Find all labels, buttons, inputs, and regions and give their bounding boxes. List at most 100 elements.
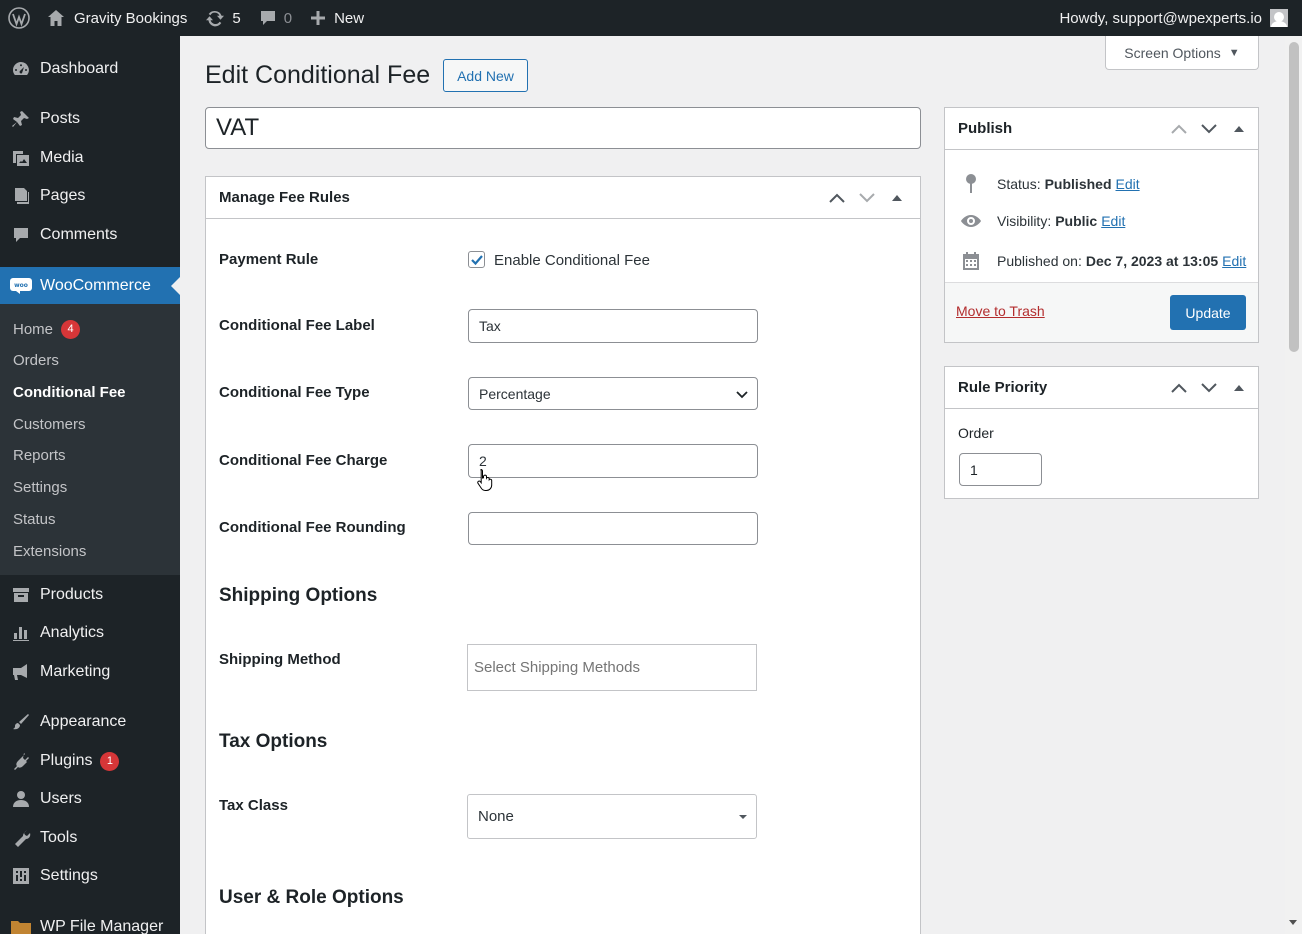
avatar	[1270, 9, 1288, 27]
scroll-down-arrow-icon[interactable]	[1289, 920, 1297, 925]
sidebar-item-woocommerce[interactable]: woo WooCommerce	[0, 267, 180, 305]
fee-type-select[interactable]: Percentage	[468, 377, 758, 410]
submenu-item-settings[interactable]: Settings	[13, 476, 67, 498]
submenu-item-home[interactable]: Home 4	[13, 318, 81, 340]
collapse-toggle-icon[interactable]	[1224, 384, 1254, 392]
pushpin-icon	[0, 109, 40, 129]
sidebar-item-marketing[interactable]: Marketing	[0, 653, 180, 691]
publish-status-row: Status: Published Edit	[957, 174, 1140, 194]
tax-class-label: Tax Class	[219, 797, 288, 814]
shipping-method-select[interactable]: Select Shipping Methods	[467, 644, 757, 691]
move-down-icon[interactable]	[1194, 383, 1224, 393]
submenu-item-customers[interactable]: Customers	[13, 413, 86, 435]
postbox-controls	[822, 177, 912, 219]
postbox-controls	[1164, 108, 1254, 150]
move-to-trash-link[interactable]: Move to Trash	[956, 303, 1045, 319]
pages-icon	[0, 186, 40, 206]
caret-down-icon: ▼	[1228, 46, 1240, 59]
fee-charge-label: Conditional Fee Charge	[219, 452, 388, 469]
fee-label-input[interactable]: Tax	[468, 309, 758, 343]
sidebar-item-users[interactable]: Users	[0, 780, 180, 818]
submenu-item-orders[interactable]: Orders	[13, 349, 59, 371]
comments-link[interactable]: 0	[250, 0, 301, 36]
collapse-toggle-icon[interactable]	[882, 194, 912, 202]
fee-type-label: Conditional Fee Type	[219, 384, 370, 401]
woocommerce-submenu: Home 4 Orders Conditional Fee Customers …	[0, 304, 180, 575]
users-icon	[0, 789, 40, 809]
submenu-item-extensions[interactable]: Extensions	[13, 540, 86, 562]
plugins-update-badge: 1	[100, 751, 120, 771]
wordpress-logo-icon[interactable]	[0, 0, 38, 36]
sidebar-item-tools[interactable]: Tools	[0, 819, 180, 857]
move-down-icon[interactable]	[1194, 124, 1224, 134]
fee-label-label: Conditional Fee Label	[219, 317, 375, 334]
edit-date-link[interactable]: Edit	[1222, 253, 1246, 269]
update-button[interactable]: Update	[1170, 295, 1246, 330]
pin-icon	[957, 174, 985, 194]
sidebar-item-appearance[interactable]: Appearance	[0, 703, 180, 741]
move-up-icon[interactable]	[822, 193, 852, 203]
screen-options-button[interactable]: Screen Options ▼	[1105, 36, 1259, 70]
rule-priority-box: Rule Priority Order 1	[944, 366, 1259, 499]
home-icon	[47, 9, 65, 27]
order-input[interactable]: 1	[959, 453, 1042, 486]
sidebar-item-plugins[interactable]: Plugins 1	[0, 742, 180, 780]
chevron-down-icon	[735, 387, 749, 404]
archive-icon	[0, 585, 40, 605]
comment-icon	[0, 225, 40, 245]
sidebar-item-dashboard[interactable]: Dashboard	[0, 50, 180, 88]
manage-fee-rules-header: Manage Fee Rules	[206, 177, 920, 219]
my-account-link[interactable]: Howdy, support@wpexperts.io	[1050, 0, 1302, 36]
page-scrollbar[interactable]	[1285, 36, 1302, 934]
megaphone-icon	[0, 662, 40, 682]
submenu-item-reports[interactable]: Reports	[13, 444, 66, 466]
updates-link[interactable]: 5	[196, 0, 249, 36]
eye-icon	[957, 214, 985, 228]
tax-class-select[interactable]: None	[467, 794, 757, 839]
home-update-badge: 4	[61, 319, 81, 339]
admin-sidebar: Dashboard Posts Media Pages Comments woo…	[0, 36, 180, 934]
plug-icon	[0, 751, 40, 771]
postbox-controls	[1164, 367, 1254, 409]
page-title: Edit Conditional Fee	[205, 61, 431, 89]
move-up-icon[interactable]	[1164, 383, 1194, 393]
sidebar-item-analytics[interactable]: Analytics	[0, 614, 180, 652]
sidebar-item-comments[interactable]: Comments	[0, 216, 180, 254]
add-new-button[interactable]: Add New	[443, 59, 528, 92]
fee-charge-input[interactable]: 2	[468, 444, 758, 478]
site-name-link[interactable]: Gravity Bookings	[38, 0, 196, 36]
updates-icon	[205, 9, 225, 27]
enable-conditional-fee-label[interactable]: Enable Conditional Fee	[494, 252, 650, 269]
submenu-item-conditional-fee[interactable]: Conditional Fee	[13, 381, 126, 403]
plus-icon	[310, 10, 326, 26]
sidebar-item-media[interactable]: Media	[0, 139, 180, 177]
sidebar-item-pages[interactable]: Pages	[0, 177, 180, 215]
admin-bar: Gravity Bookings 5 0 New Howdy, support@…	[0, 0, 1302, 36]
scrollbar-thumb[interactable]	[1289, 42, 1299, 352]
submenu-item-status[interactable]: Status	[13, 508, 56, 530]
comment-icon	[259, 9, 277, 27]
publish-actions: Move to Trash Update	[945, 282, 1258, 342]
wrench-icon	[0, 828, 40, 848]
manage-fee-rules-box: Manage Fee Rules Payment Rule Enable Con…	[205, 176, 921, 934]
fee-rounding-input[interactable]	[468, 512, 758, 545]
sidebar-item-posts[interactable]: Posts	[0, 100, 180, 138]
move-up-icon[interactable]	[1164, 124, 1194, 134]
edit-visibility-link[interactable]: Edit	[1101, 213, 1125, 229]
sidebar-item-settings[interactable]: Settings	[0, 857, 180, 895]
shipping-method-label: Shipping Method	[219, 651, 341, 668]
collapse-toggle-icon[interactable]	[1224, 125, 1254, 133]
sidebar-item-products[interactable]: Products	[0, 576, 180, 614]
publish-box: Publish Status: Published Edit Visibilit…	[944, 107, 1259, 343]
new-content-link[interactable]: New	[301, 0, 373, 36]
move-down-icon[interactable]	[852, 193, 882, 203]
woo-icon: woo	[0, 278, 40, 294]
folder-icon	[0, 917, 40, 934]
sidebar-item-wp-file-manager[interactable]: WP File Manager	[0, 908, 180, 934]
order-label: Order	[958, 425, 994, 441]
updates-count: 5	[232, 9, 241, 27]
calendar-icon	[957, 251, 985, 271]
enable-conditional-fee-checkbox[interactable]	[468, 251, 485, 268]
edit-status-link[interactable]: Edit	[1116, 176, 1140, 192]
post-title-input[interactable]: VAT	[205, 107, 921, 149]
